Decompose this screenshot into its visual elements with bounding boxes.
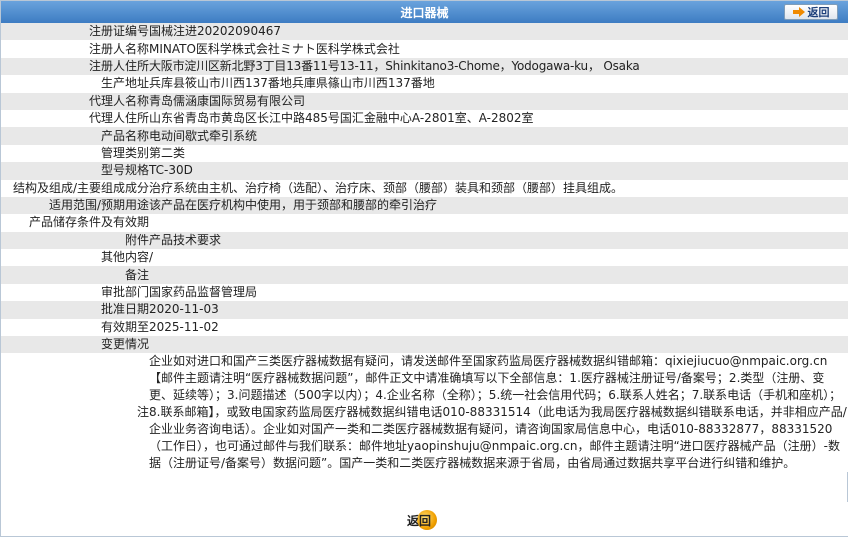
note-row: 注企业如对进口和国产三类医疗器械数据有疑问，请发送邮件至国家药监局医疗器械数据纠… bbox=[1, 353, 848, 473]
field-label: 注册人名称 bbox=[1, 40, 149, 58]
table-row: 代理人住所 山东省青岛市黄岛区长江中路485号国汇金融中心A-2801室、A-28… bbox=[1, 109, 848, 128]
field-label: 变更情况 bbox=[1, 336, 149, 354]
arrow-right-icon bbox=[792, 7, 805, 17]
field-value: 青岛儒涵康国际贸易有限公司 bbox=[149, 92, 848, 110]
field-label: 有效期至 bbox=[1, 318, 149, 337]
table-row: 其他内容 / bbox=[1, 249, 848, 267]
back-button-top[interactable]: 返回 bbox=[784, 4, 838, 20]
footer: 返回 bbox=[1, 502, 848, 536]
field-label: 生产地址 bbox=[1, 75, 149, 93]
table-row: 适用范围/预期用途 该产品在医疗机构中使用，用于颈部和腰部的牵引治疗 bbox=[1, 196, 848, 215]
title-bar: 进口器械 返回 bbox=[1, 1, 848, 24]
field-value: 国家药品监督管理局 bbox=[149, 283, 848, 302]
field-label: 代理人住所 bbox=[1, 109, 149, 128]
back-button-top-label: 返回 bbox=[807, 6, 830, 19]
field-label: 注册证编号 bbox=[1, 23, 149, 41]
table-row: 注册人名称 MINATO医科学株式会社ミナト医科学株式会社 bbox=[1, 40, 848, 58]
field-value: 第二类 bbox=[149, 144, 848, 163]
field-label: 注册人住所 bbox=[1, 57, 149, 76]
table-row: 批准日期 2020-11-03 bbox=[1, 301, 848, 319]
table-row: 附件 产品技术要求 bbox=[1, 231, 848, 250]
field-label: 备注 bbox=[1, 266, 149, 284]
page-title: 进口器械 bbox=[400, 6, 449, 20]
field-label: 型号规格 bbox=[1, 162, 149, 180]
field-value: 兵库县筱山市川西137番地兵庫県篠山市川西137番地 bbox=[149, 75, 848, 93]
field-value: 山东省青岛市黄岛区长江中路485号国汇金融中心A-2801室、A-2802室 bbox=[149, 109, 848, 128]
field-value bbox=[149, 214, 848, 232]
field-value: MINATO医科学株式会社ミナト医科学株式会社 bbox=[149, 40, 848, 58]
field-label: 适用范围/预期用途 bbox=[1, 196, 149, 215]
field-label: 附件 bbox=[1, 231, 149, 250]
table-row: 有效期至 2025-11-02 bbox=[1, 318, 848, 337]
field-label: 管理类别 bbox=[1, 144, 149, 163]
field-value: 2020-11-03 bbox=[149, 301, 848, 319]
table-row: 审批部门 国家药品监督管理局 bbox=[1, 283, 848, 302]
table-row: 管理类别 第二类 bbox=[1, 144, 848, 163]
field-label: 批准日期 bbox=[1, 301, 149, 319]
field-value: 产品技术要求 bbox=[149, 231, 848, 250]
back-button-bottom[interactable]: 返回 bbox=[399, 510, 439, 530]
table-row: 生产地址 兵库县筱山市川西137番地兵庫県篠山市川西137番地 bbox=[1, 75, 848, 93]
back-button-bottom-label: 返回 bbox=[406, 513, 431, 528]
field-label: 其他内容 bbox=[1, 249, 149, 267]
field-value: 治疗系统由主机、治疗椅（选配）、治疗床、颈部（腰部）装具和颈部（腰部）挂具组成。 bbox=[149, 179, 848, 197]
table-row: 备注 bbox=[1, 266, 848, 284]
field-value: 国械注进20202090467 bbox=[149, 23, 848, 41]
note-label: 注 bbox=[1, 353, 149, 473]
field-value: 2025-11-02 bbox=[149, 318, 848, 337]
detail-table: 注册证编号 国械注进20202090467 注册人名称 MINATO医科学株式会社ミナ… bbox=[1, 23, 848, 473]
table-row: 产品储存条件及有效期 bbox=[1, 214, 848, 232]
field-value: 该产品在医疗机构中使用，用于颈部和腰部的牵引治疗 bbox=[149, 196, 848, 215]
table-row: 结构及组成/主要组成成分 治疗系统由主机、治疗椅（选配）、治疗床、颈部（腰部）装具… bbox=[1, 179, 848, 197]
field-value: TC-30D bbox=[149, 162, 848, 180]
field-value: 电动间歇式牵引系统 bbox=[149, 127, 848, 145]
table-row: 型号规格 TC-30D bbox=[1, 162, 848, 180]
field-value bbox=[149, 266, 848, 284]
note-text: 企业如对进口和国产三类医疗器械数据有疑问，请发送邮件至国家药监局医疗器械数据纠错… bbox=[149, 353, 848, 473]
table-row: 产品名称 电动间歇式牵引系统 bbox=[1, 127, 848, 145]
field-value: / bbox=[149, 249, 848, 267]
table-row: 代理人名称 青岛儒涵康国际贸易有限公司 bbox=[1, 92, 848, 110]
field-label: 代理人名称 bbox=[1, 92, 149, 110]
field-value bbox=[149, 336, 848, 354]
field-label: 产品名称 bbox=[1, 127, 149, 145]
table-row: 注册证编号 国械注进20202090467 bbox=[1, 23, 848, 41]
field-label: 审批部门 bbox=[1, 283, 149, 302]
field-value: 大阪市淀川区新北野3丁目13番11号13-11，Shinkitano3-Chom… bbox=[149, 57, 848, 76]
field-label: 结构及组成/主要组成成分 bbox=[1, 179, 149, 197]
field-label: 产品储存条件及有效期 bbox=[1, 214, 149, 232]
table-row: 注册人住所 大阪市淀川区新北野3丁目13番11号13-11，Shinkitano3… bbox=[1, 57, 848, 76]
table-row: 变更情况 bbox=[1, 336, 848, 354]
